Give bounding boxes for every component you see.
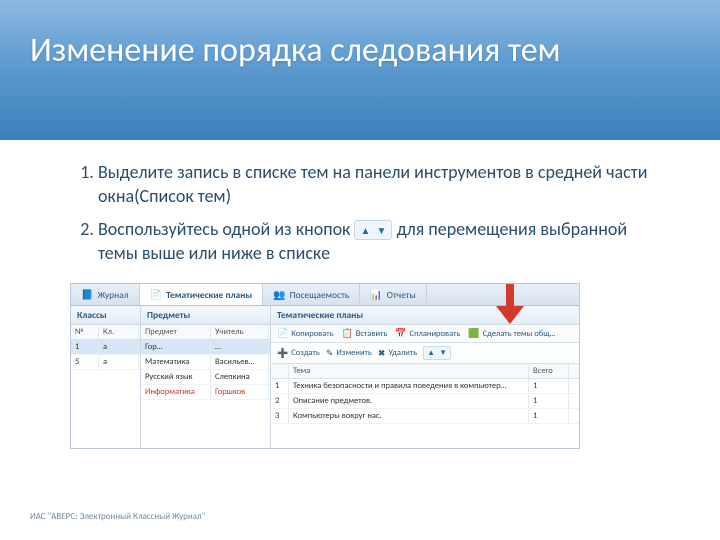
pane-subjects: Предметы ПредметУчитель Гор……МатематикаВ… <box>141 306 271 448</box>
col-header: № <box>71 325 99 339</box>
col-header: Кл. <box>99 325 139 339</box>
app-screenshot: 📘 Журнал 📄 Тематические планы 👥 Посещаемость 📊… <box>70 283 580 449</box>
toolbar-Сделать темы общ…[interactable]: 🟩 Сделать темы общ… <box>468 328 555 339</box>
table-row[interactable]: ИнформатикаГоршков <box>141 385 270 400</box>
cell: а <box>99 355 139 369</box>
toolbar-label: Удалить <box>388 348 417 358</box>
cell: 1 <box>529 409 569 423</box>
cell: а <box>99 340 139 354</box>
toolbar-label: Спланировать <box>410 329 461 339</box>
cell: Горшков <box>211 385 269 399</box>
table-row[interactable]: МатематикаВасильев… <box>141 355 270 370</box>
step-2: Воспользуйтесь одной из кнопок ▲ ▼ для п… <box>98 217 650 266</box>
toolbar-Копировать[interactable]: 📄Копировать <box>277 328 334 339</box>
toolbar-label: Сделать темы общ… <box>483 329 556 339</box>
toolbar-icon: 🟩 <box>468 328 479 339</box>
step-1: Выделите запись в списке тем на панели и… <box>98 160 650 209</box>
cell: 1 <box>71 340 99 354</box>
cell: Математика <box>141 355 211 369</box>
pane-classes-title: Классы <box>71 306 140 325</box>
table-row[interactable]: 3Компьютеры вокруг нас.1 <box>271 409 579 424</box>
cell: Русский язык <box>141 370 211 384</box>
topics-toolbar-1: 📄Копировать 📋Вставить 📅 Спланировать 🟩 Сделат… <box>271 325 579 343</box>
toolbar-icon: ➕ <box>277 348 288 359</box>
cell: 2 <box>271 394 289 408</box>
cell: Техника безопасности и правила поведения… <box>289 379 529 393</box>
topics-toolbar-2: ➕Создать ✎Изменить ✖Удалить ▲▼ <box>271 343 579 364</box>
cell: Компьютеры вокруг нас. <box>289 409 529 423</box>
toolbar-icon: ✎ <box>326 348 334 359</box>
toolbar-label: Создать <box>291 348 320 358</box>
tab-label: Отчеты <box>387 289 416 301</box>
toolbar-label: Изменить <box>336 348 371 358</box>
cell: 1 <box>271 379 289 393</box>
toolbar-Создать[interactable]: ➕Создать <box>277 348 320 359</box>
callout-red-arrow <box>496 284 524 324</box>
pane-classes: Классы №Кл. 1а5а <box>71 306 141 448</box>
tab-label: Посещаемость <box>290 289 350 301</box>
steps-list: Выделите запись в списке тем на панели и… <box>70 160 650 265</box>
move-arrows[interactable]: ▲▼ <box>423 346 451 360</box>
cell: 5 <box>71 355 99 369</box>
cell: Слепкина <box>211 370 269 384</box>
toolbar-Удалить[interactable]: ✖Удалить <box>378 348 417 359</box>
toolbar-icon: 📄 <box>277 328 288 339</box>
cell: Информатика <box>141 385 211 399</box>
cell: … <box>211 340 269 354</box>
cell: Васильев… <box>211 355 269 369</box>
tab-icon: 📄 <box>150 288 162 301</box>
col-header <box>271 364 289 378</box>
cell: 1 <box>529 394 569 408</box>
tab-Журнал[interactable]: 📘 Журнал <box>71 284 140 305</box>
table-row[interactable]: Русский языкСлепкина <box>141 370 270 385</box>
slide-footer: ИАС "АВЕРС: Электронный Классный Журнал" <box>30 511 205 522</box>
arrow-up-icon: ▲ <box>358 223 372 237</box>
slide-title: Изменение порядка следования тем <box>0 0 720 140</box>
tab-icon: 📊 <box>370 288 382 301</box>
table-row[interactable]: Гор…… <box>141 340 270 355</box>
col-header: Предмет <box>141 325 211 339</box>
cell: Гор… <box>141 340 211 354</box>
tab-Отчеты[interactable]: 📊 Отчеты <box>360 284 427 305</box>
tab-icon: 📘 <box>81 288 93 301</box>
tab-Посещаемость[interactable]: 👥 Посещаемость <box>263 284 360 305</box>
table-row[interactable]: 5а <box>71 355 140 370</box>
toolbar-label: Копировать <box>291 329 333 339</box>
toolbar-Вставить[interactable]: 📋Вставить <box>342 328 388 339</box>
cell: 3 <box>271 409 289 423</box>
tab-Тематические планы[interactable]: 📄 Тематические планы <box>140 284 264 305</box>
move-arrows-inline: ▲ ▼ <box>354 220 392 240</box>
toolbar-icon: ✖ <box>378 348 386 359</box>
col-header: Всего <box>529 364 569 378</box>
col-header: Учитель <box>211 325 269 339</box>
toolbar-Изменить[interactable]: ✎Изменить <box>326 348 372 359</box>
cell: Описание предметов. <box>289 394 529 408</box>
pane-topics: Тематические планы 📄Копировать 📋Вставить 📅… <box>271 306 579 448</box>
pane-topics-title: Тематические планы <box>271 306 579 325</box>
step-2-before: Воспользуйтесь одной из кнопок <box>98 218 350 240</box>
toolbar-icon: 📅 <box>395 328 406 339</box>
table-row[interactable]: 2Описание предметов.1 <box>271 394 579 409</box>
tab-label: Тематические планы <box>166 289 252 301</box>
tab-icon: 👥 <box>273 288 285 301</box>
arrow-down-icon: ▼ <box>374 223 388 237</box>
toolbar-icon: 📋 <box>342 328 353 339</box>
pane-subjects-title: Предметы <box>141 306 270 325</box>
slide-content: Выделите запись в списке тем на панели и… <box>0 140 720 265</box>
table-row[interactable]: 1Техника безопасности и правила поведени… <box>271 379 579 394</box>
cell: 1 <box>529 379 569 393</box>
table-row[interactable]: 1а <box>71 340 140 355</box>
col-header: Тема <box>289 364 529 378</box>
toolbar-label: Вставить <box>356 329 388 339</box>
arrow-down-icon[interactable]: ▼ <box>438 348 448 358</box>
tab-label: Журнал <box>97 289 128 301</box>
step-1-text: Выделите запись в списке тем на панели и… <box>98 161 647 207</box>
arrow-up-icon[interactable]: ▲ <box>426 348 436 358</box>
toolbar-Спланировать[interactable]: 📅 Спланировать <box>395 328 460 339</box>
